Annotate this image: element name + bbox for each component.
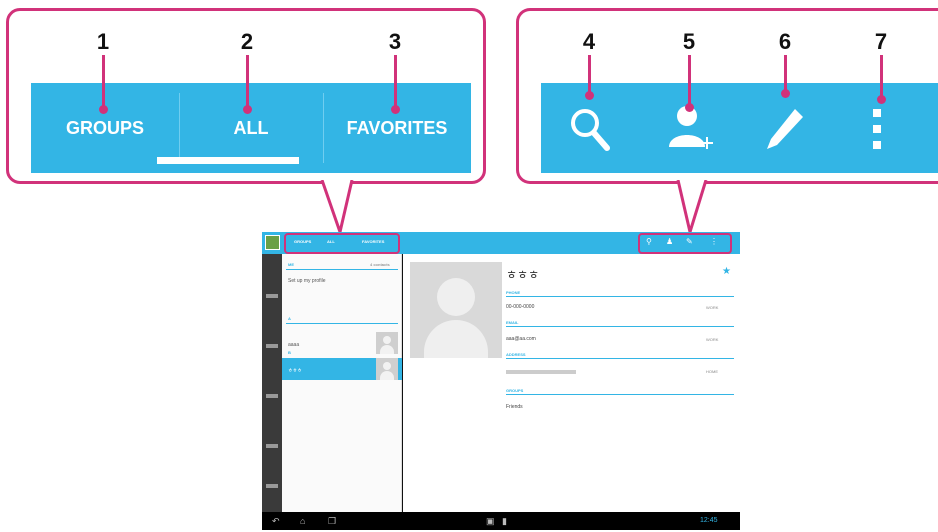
callout-pin [688, 55, 691, 105]
tab-groups-label: GROUPS [65, 117, 144, 138]
contact-photo [410, 262, 502, 358]
callout-actions: 4 5 6 7 [516, 8, 938, 184]
email-header: EMAIL [506, 320, 519, 325]
list-item[interactable]: Set up my profile [288, 278, 326, 284]
tablet-screenshot: GROUPS ALL FAVORITES ⚲ ♟ ✎ ⋮ ME 4 contac… [262, 232, 740, 530]
highlight-tabs [284, 233, 400, 254]
phone-type: WORK [706, 305, 719, 310]
edit-icon[interactable] [763, 105, 807, 153]
callout-number-7: 7 [874, 29, 888, 54]
callout-pin [246, 55, 249, 107]
callout-pin [588, 55, 591, 93]
section-divider [506, 296, 734, 297]
contacts-action-bar: GROUPS ALL FAVORITES ⚲ ♟ ✎ ⋮ [262, 232, 740, 254]
callout-tabs: GROUPS ALL FAVORITES 1 2 3 [6, 8, 486, 184]
recent-apps-icon[interactable]: ❐ [328, 515, 336, 527]
contact-name: ㅎㅎㅎ [506, 268, 540, 282]
list-item[interactable]: aaaa [288, 342, 299, 348]
list-section-a: A [288, 316, 291, 321]
phone-value[interactable]: 00-000-0000 [506, 304, 534, 310]
callout-pin [102, 55, 105, 107]
star-icon[interactable]: ★ [722, 266, 731, 277]
overflow-menu-icon[interactable] [871, 107, 883, 153]
section-divider [286, 323, 398, 324]
callout-dot [99, 105, 108, 114]
contact-list: ME 4 contacts Set up my profile A aaaa B… [282, 254, 402, 512]
address-header: ADDRESS [506, 352, 526, 357]
callout-dot [243, 105, 252, 114]
system-bar: ↶ ⌂ ❐ ▣ ▮ 12:45 [262, 512, 740, 530]
callout-number-2: 2 [240, 29, 254, 54]
section-divider [506, 394, 734, 395]
list-item-label: ㅎㅎㅎ [288, 368, 302, 374]
nav-item[interactable] [266, 344, 278, 348]
nav-item[interactable] [266, 444, 278, 448]
back-icon[interactable]: ↶ [272, 515, 280, 527]
callout-dot [585, 91, 594, 100]
tab-favorites-label: FAVORITES [346, 117, 448, 138]
contact-thumbnail [376, 358, 398, 380]
callout-dot [685, 103, 694, 112]
address-value[interactable] [506, 370, 576, 374]
callout-pointer [676, 180, 708, 236]
nav-item[interactable] [266, 484, 278, 488]
list-section-me: ME [288, 262, 294, 267]
email-value[interactable]: aaa@aa.com [506, 336, 536, 342]
screenshot-icon: ▣ [486, 516, 495, 526]
status-clock: 12:45 [700, 517, 718, 524]
list-item-selected[interactable]: ㅎㅎㅎ [282, 358, 402, 380]
callout-dot [781, 89, 790, 98]
section-divider [506, 326, 734, 327]
phone-header: PHONE [506, 290, 521, 295]
nav-item[interactable] [266, 394, 278, 398]
search-icon[interactable] [567, 105, 611, 153]
side-nav [262, 254, 282, 512]
section-divider [286, 269, 398, 270]
nav-item[interactable] [266, 294, 278, 298]
callout-pointer [320, 180, 354, 236]
sd-card-icon: ▮ [502, 516, 507, 526]
address-type: HOME [706, 369, 718, 374]
callout-pin [880, 55, 883, 97]
highlight-actions [638, 233, 732, 254]
callout-dot [877, 95, 886, 104]
callout-pin [394, 55, 397, 107]
contact-detail: ㅎㅎㅎ ★ PHONE 00-000-0000 WORK EMAIL aaa@a… [403, 254, 740, 512]
callout-number-1: 1 [96, 29, 110, 54]
groups-header: GROUPS [506, 388, 524, 393]
home-icon[interactable]: ⌂ [300, 515, 305, 527]
callout-number-5: 5 [682, 29, 696, 54]
selected-tab-indicator [157, 157, 299, 164]
callout-dot [391, 105, 400, 114]
callout-number-6: 6 [778, 29, 792, 54]
groups-value[interactable]: Friends [506, 404, 523, 410]
callout-number-4: 4 [582, 29, 596, 54]
callout-pin [784, 55, 787, 91]
email-type: WORK [706, 337, 719, 342]
section-divider [506, 358, 734, 359]
list-section-b: B [288, 350, 291, 355]
tab-favorites[interactable]: FAVORITES [323, 83, 471, 173]
contacts-app-icon[interactable] [265, 235, 280, 250]
tab-all-label: ALL [233, 117, 269, 138]
contact-thumbnail [376, 332, 398, 354]
contact-count: 4 contacts [370, 262, 390, 267]
callout-number-3: 3 [388, 29, 402, 54]
